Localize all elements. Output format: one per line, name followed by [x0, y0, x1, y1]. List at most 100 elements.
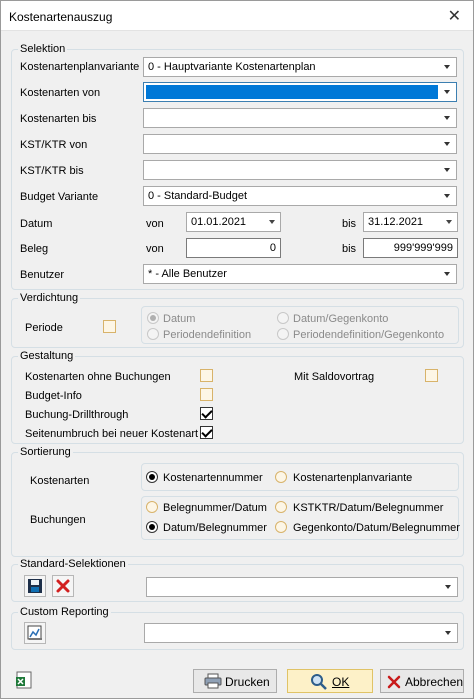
chevron-down-icon[interactable]: [440, 188, 455, 204]
beleg-bis-input[interactable]: 999'999'999: [363, 238, 458, 258]
sort-belegnummer-datum-radio[interactable]: [146, 501, 158, 513]
budget-variante-combo[interactable]: 0 - Standard-Budget: [143, 186, 457, 206]
delete-icon: [56, 579, 70, 593]
printer-icon: [204, 673, 222, 689]
sort-kstktr-datum-belegnummer-radio[interactable]: [275, 501, 287, 513]
standard-selektionen-combo[interactable]: [146, 577, 458, 597]
magnifier-icon: [311, 674, 327, 690]
datum-label: Datum: [20, 218, 53, 230]
kst-ktr-von-combo[interactable]: [143, 134, 457, 154]
kostenarten-von-combo[interactable]: [143, 82, 457, 102]
budget-info-checkbox[interactable]: [200, 388, 213, 401]
seitenumbruch-label: Seitenumbruch bei neuer Kostenart: [25, 428, 199, 440]
kostenartenplanvariante-combo[interactable]: 0 - Hauptvariante Kostenartenplan: [143, 57, 457, 77]
datum-von-value: 01.01.2021: [191, 216, 247, 228]
ok-button[interactable]: OK: [287, 669, 373, 693]
verdichtung-radio-datum-gegenkonto[interactable]: [277, 312, 289, 324]
kst-ktr-bis-combo[interactable]: [143, 160, 457, 180]
benutzer-combo[interactable]: * - Alle Benutzer: [143, 264, 457, 284]
verdichtung-radio-periodendefinition[interactable]: [147, 328, 159, 340]
sortierung-legend: Sortierung: [20, 446, 71, 458]
kostenarten-bis-combo[interactable]: [143, 108, 457, 128]
budget-variante-value: 0 - Standard-Budget: [148, 190, 248, 202]
beleg-bis-value: 999'999'999: [393, 242, 453, 254]
abbrechen-button[interactable]: Abbrechen: [380, 669, 464, 693]
datum-von-picker[interactable]: 01.01.2021: [186, 212, 281, 232]
drucken-label: Drucken: [225, 675, 270, 689]
budget-variante-label: Budget Variante: [20, 191, 99, 203]
chevron-down-icon[interactable]: [440, 162, 455, 178]
sortierung-buchungen-label: Buchungen: [30, 514, 86, 526]
buchung-drillthrough-checkbox[interactable]: [200, 407, 213, 420]
benutzer-label: Benutzer: [20, 269, 65, 281]
datum-bis-label: bis: [342, 218, 357, 230]
report-icon: [27, 625, 42, 640]
sort-kostenartennummer-radio[interactable]: [146, 471, 158, 483]
budget-info-label: Budget-Info: [25, 390, 82, 402]
buchung-drillthrough-label: Buchung-Drillthrough: [25, 409, 129, 421]
save-button[interactable]: [24, 575, 46, 597]
chevron-down-icon[interactable]: [440, 59, 455, 75]
chevron-down-icon[interactable]: [440, 266, 455, 282]
abbrechen-label: Abbrechen: [405, 675, 464, 689]
chevron-down-icon[interactable]: [265, 214, 279, 230]
chevron-down-icon[interactable]: [441, 625, 456, 641]
close-icon[interactable]: ✕: [448, 6, 461, 26]
selection-highlight: [146, 85, 438, 99]
sort-kostenartenplanvariante-label: Kostenartenplanvariante: [293, 472, 413, 484]
custom-report-button[interactable]: [24, 622, 46, 644]
kostenartenplanvariante-label: Kostenartenplanvariante: [20, 61, 140, 73]
verdichtung-datum-gegenkonto-label: Datum/Gegenkonto: [293, 313, 389, 325]
periode-checkbox[interactable]: [103, 320, 116, 333]
beleg-label: Beleg: [20, 243, 49, 255]
periode-label: Periode: [25, 322, 63, 334]
datum-bis-value: 31.12.2021: [368, 216, 424, 228]
dialog-window: Kostenartenauszug ✕ Selektion Kostenarte…: [0, 0, 474, 699]
mit-saldovortrag-checkbox[interactable]: [425, 369, 438, 382]
datum-von-label: von: [146, 218, 164, 230]
standard-selektionen-legend: Standard-Selektionen: [20, 558, 126, 570]
custom-reporting-combo[interactable]: [144, 623, 458, 643]
beleg-bis-label: bis: [342, 243, 357, 255]
delete-button[interactable]: [52, 575, 74, 597]
beleg-von-input[interactable]: 0: [186, 238, 281, 258]
sort-kostenartennummer-label: Kostenartennummer: [163, 472, 263, 484]
sort-datum-belegnummer-radio[interactable]: [146, 521, 158, 533]
kst-ktr-von-label: KST/KTR von: [20, 139, 88, 151]
sort-belegnummer-datum-label: Belegnummer/Datum: [163, 502, 267, 514]
sort-gegenkonto-datum-belegnummer-label: Gegenkonto/Datum/Belegnummer: [293, 522, 460, 534]
cancel-icon: [387, 675, 401, 689]
chevron-down-icon[interactable]: [441, 579, 456, 595]
benutzer-value: * - Alle Benutzer: [148, 268, 227, 280]
kostenarten-von-label: Kostenarten von: [20, 87, 101, 99]
kostenarten-ohne-buchungen-label: Kostenarten ohne Buchungen: [25, 371, 171, 383]
chevron-down-icon[interactable]: [440, 136, 455, 152]
kostenarten-bis-label: Kostenarten bis: [20, 113, 97, 125]
chevron-down-icon[interactable]: [442, 214, 456, 230]
verdichtung-legend: Verdichtung: [20, 292, 79, 304]
seitenumbruch-checkbox[interactable]: [200, 426, 213, 439]
mit-saldovortrag-label: Mit Saldovortrag: [294, 371, 375, 383]
beleg-von-label: von: [146, 243, 164, 255]
save-icon: [28, 579, 42, 593]
sort-gegenkonto-datum-belegnummer-radio[interactable]: [275, 521, 287, 533]
drucken-button[interactable]: Drucken: [193, 669, 277, 693]
verdichtung-radio-datum[interactable]: [147, 312, 159, 324]
ok-label: OK: [332, 675, 350, 689]
sort-datum-belegnummer-label: Datum/Belegnummer: [163, 522, 267, 534]
verdichtung-periodendefinition-label: Periodendefinition: [163, 329, 252, 341]
verdichtung-radio-periodendefinition-gegenkonto[interactable]: [277, 328, 289, 340]
title-bar: Kostenartenauszug ✕: [1, 1, 473, 31]
selektion-legend: Selektion: [20, 43, 66, 55]
chevron-down-icon[interactable]: [440, 110, 455, 126]
window-title: Kostenartenauszug: [9, 10, 113, 24]
sort-kstktr-datum-belegnummer-label: KSTKTR/Datum/Belegnummer: [293, 502, 444, 514]
excel-export-button[interactable]: [14, 670, 34, 690]
chevron-down-icon[interactable]: [440, 84, 455, 100]
custom-reporting-legend: Custom Reporting: [20, 606, 109, 618]
datum-bis-picker[interactable]: 31.12.2021: [363, 212, 458, 232]
gestaltung-legend: Gestaltung: [20, 350, 74, 362]
kostenarten-ohne-buchungen-checkbox[interactable]: [200, 369, 213, 382]
verdichtung-periodendefinition-gegenkonto-label: Periodendefinition/Gegenkonto: [293, 329, 445, 341]
sort-kostenartenplanvariante-radio[interactable]: [275, 471, 287, 483]
